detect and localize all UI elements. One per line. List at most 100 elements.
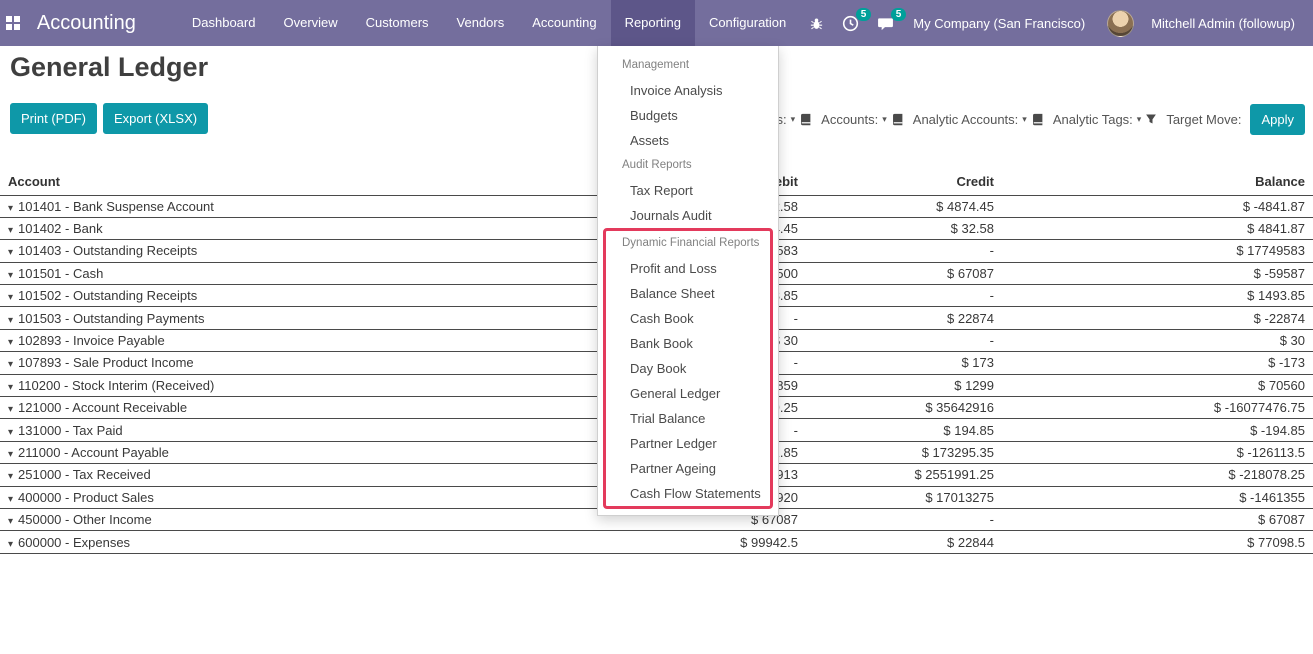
credit-cell: - (806, 329, 1002, 351)
account-cell[interactable]: ▾600000 - Expenses (0, 531, 556, 553)
account-cell[interactable]: ▾101502 - Outstanding Receipts (0, 285, 556, 307)
filter-analytic-accounts[interactable]: Analytic Accounts:▾ (913, 112, 1044, 127)
menu-item-profit-and-loss[interactable]: Profit and Loss (606, 256, 770, 281)
nav-item-accounting[interactable]: Accounting (518, 0, 610, 46)
account-cell[interactable]: ▾101501 - Cash (0, 262, 556, 284)
credit-cell: $ 1299 (806, 374, 1002, 396)
col-header-balance[interactable]: Balance (1002, 168, 1313, 195)
balance-cell: $ -194.85 (1002, 419, 1313, 441)
book-icon (891, 113, 904, 126)
account-cell[interactable]: ▾211000 - Account Payable (0, 441, 556, 463)
account-cell[interactable]: ▾450000 - Other Income (0, 508, 556, 530)
account-cell[interactable]: ▾101402 - Bank (0, 217, 556, 239)
expand-caret-icon: ▾ (8, 270, 13, 281)
account-cell[interactable]: ▾121000 - Account Receivable (0, 397, 556, 419)
account-cell[interactable]: ▾131000 - Tax Paid (0, 419, 556, 441)
caret-down-icon: ▾ (1022, 114, 1027, 125)
account-cell[interactable]: ▾110200 - Stock Interim (Received) (0, 374, 556, 396)
caret-down-icon: ▾ (882, 114, 887, 125)
expand-caret-icon: ▾ (8, 494, 13, 505)
credit-cell: $ 4874.45 (806, 195, 1002, 217)
activities-icon[interactable]: 5 (833, 0, 868, 46)
nav-item-dashboard[interactable]: Dashboard (178, 0, 270, 46)
menu-item-tax-report[interactable]: Tax Report (598, 178, 778, 203)
expand-caret-icon: ▾ (8, 315, 13, 326)
col-header-account[interactable]: Account (0, 168, 556, 195)
credit-cell: $ 22874 (806, 307, 1002, 329)
account-cell[interactable]: ▾102893 - Invoice Payable (0, 329, 556, 351)
credit-cell: - (806, 508, 1002, 530)
filter-analytic-tags[interactable]: Analytic Tags:▾ (1053, 112, 1158, 127)
expand-caret-icon: ▾ (8, 225, 13, 236)
apps-menu-icon[interactable] (0, 0, 27, 46)
highlight-box: Dynamic Financial ReportsProfit and Loss… (603, 228, 773, 509)
credit-cell: $ 173295.35 (806, 441, 1002, 463)
nav-item-configuration[interactable]: Configuration (695, 0, 800, 46)
balance-cell: $ -22874 (1002, 307, 1313, 329)
apply-button[interactable]: Apply (1250, 104, 1305, 135)
nav-item-reporting[interactable]: Reporting (611, 0, 695, 46)
expand-caret-icon: ▾ (8, 382, 13, 393)
filter-label: Analytic Accounts: (913, 112, 1019, 127)
account-cell[interactable]: ▾101403 - Outstanding Receipts (0, 240, 556, 262)
expand-caret-icon: ▾ (8, 516, 13, 527)
menu-item-bank-book[interactable]: Bank Book (606, 331, 770, 356)
message-count-badge: 5 (891, 8, 907, 21)
balance-cell: $ 77098.5 (1002, 531, 1313, 553)
app-brand[interactable]: Accounting (27, 0, 178, 46)
menu-item-partner-ageing[interactable]: Partner Ageing (606, 456, 770, 481)
menu-item-journals-audit[interactable]: Journals Audit (598, 203, 778, 228)
balance-cell: $ -126113.5 (1002, 441, 1313, 463)
credit-cell: - (806, 240, 1002, 262)
expand-caret-icon: ▾ (8, 203, 13, 214)
expand-caret-icon: ▾ (8, 471, 13, 482)
credit-cell: $ 173 (806, 352, 1002, 374)
filter-target-move[interactable]: Target Move: (1166, 112, 1241, 127)
account-cell[interactable]: ▾107893 - Sale Product Income (0, 352, 556, 374)
company-switcher[interactable]: My Company (San Francisco) (903, 16, 1095, 31)
menu-item-budgets[interactable]: Budgets (598, 103, 778, 128)
filter-label: Target Move: (1166, 112, 1241, 127)
balance-cell: $ 70560 (1002, 374, 1313, 396)
table-row: ▾600000 - Expenses$ 99942.5$ 22844$ 7709… (0, 531, 1313, 553)
balance-cell: $ 1493.85 (1002, 285, 1313, 307)
bug-icon[interactable] (800, 0, 833, 46)
account-cell[interactable]: ▾101503 - Outstanding Payments (0, 307, 556, 329)
filter-label: Accounts: (821, 112, 878, 127)
caret-down-icon: ▾ (791, 114, 796, 125)
account-cell[interactable]: ▾101401 - Bank Suspense Account (0, 195, 556, 217)
user-menu[interactable]: Mitchell Admin (followup) (1141, 16, 1305, 31)
menu-item-day-book[interactable]: Day Book (606, 356, 770, 381)
balance-cell: $ -59587 (1002, 262, 1313, 284)
menu-item-balance-sheet[interactable]: Balance Sheet (606, 281, 770, 306)
avatar[interactable] (1107, 10, 1134, 37)
expand-caret-icon: ▾ (8, 539, 13, 550)
messages-icon[interactable]: 5 (868, 0, 903, 46)
filter-accounts[interactable]: Accounts: ▾ (821, 112, 904, 127)
menu-item-assets[interactable]: Assets (598, 128, 778, 153)
expand-caret-icon: ▾ (8, 427, 13, 438)
account-cell[interactable]: ▾251000 - Tax Received (0, 464, 556, 486)
menu-item-trial-balance[interactable]: Trial Balance (606, 406, 770, 431)
menu-item-cash-book[interactable]: Cash Book (606, 306, 770, 331)
systray: 5 5 My Company (San Francisco) Mitchell … (800, 0, 1313, 46)
menu-item-partner-ledger[interactable]: Partner Ledger (606, 431, 770, 456)
expand-caret-icon: ▾ (8, 359, 13, 370)
balance-cell: $ -1461355 (1002, 486, 1313, 508)
print-pdf-button[interactable]: Print (PDF) (10, 103, 97, 134)
col-header-credit[interactable]: Credit (806, 168, 1002, 195)
top-navbar: Accounting DashboardOverviewCustomersVen… (0, 0, 1313, 46)
menu-section-management: Management (598, 53, 778, 78)
menu-item-cash-flow-statements[interactable]: Cash Flow Statements (606, 481, 770, 506)
expand-caret-icon: ▾ (8, 449, 13, 460)
menu-item-general-ledger[interactable]: General Ledger (606, 381, 770, 406)
nav-item-customers[interactable]: Customers (352, 0, 443, 46)
report-actions: Print (PDF) Export (XLSX) (10, 103, 208, 134)
export-xlsx-button[interactable]: Export (XLSX) (103, 103, 208, 134)
nav-item-vendors[interactable]: Vendors (443, 0, 519, 46)
account-cell[interactable]: ▾400000 - Product Sales (0, 486, 556, 508)
nav-item-overview[interactable]: Overview (269, 0, 351, 46)
balance-cell: $ -16077476.75 (1002, 397, 1313, 419)
balance-cell: $ 30 (1002, 329, 1313, 351)
menu-item-invoice-analysis[interactable]: Invoice Analysis (598, 78, 778, 103)
